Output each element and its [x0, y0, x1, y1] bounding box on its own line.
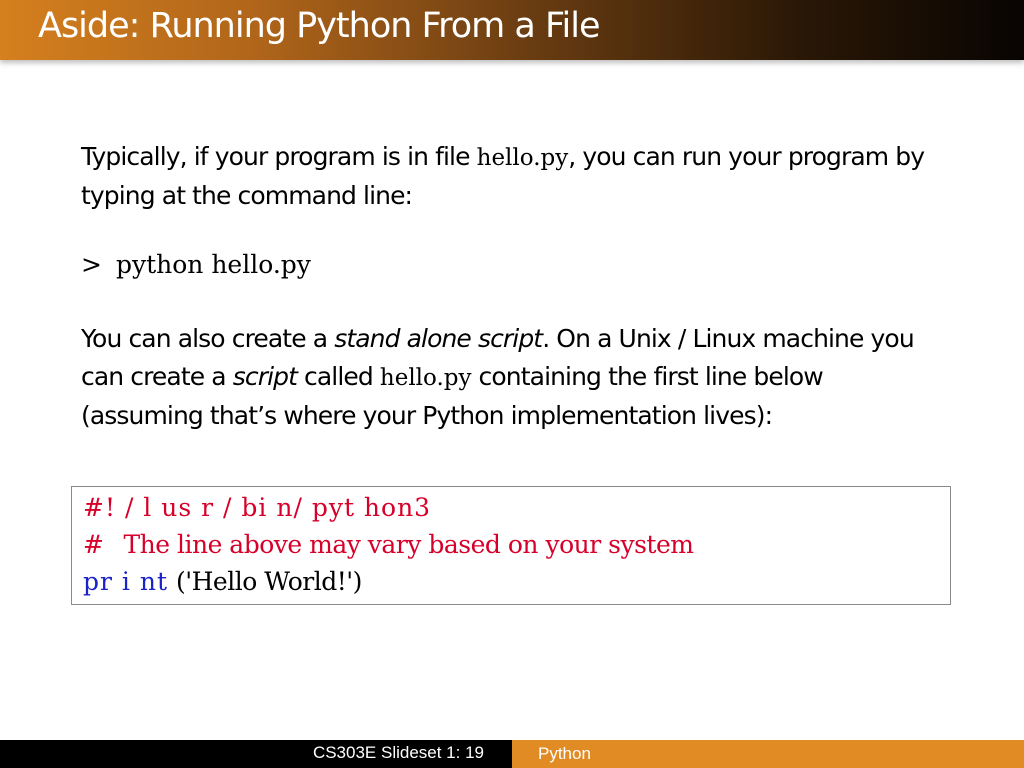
- code-block: #! / l us r / bi n/ pyt hon3 # The line a…: [71, 486, 951, 605]
- script-emphasis-2: script: [232, 362, 298, 391]
- footer-topic: Python: [538, 744, 591, 763]
- code-line-shebang: #! / l us r / bi n/ pyt hon3: [83, 493, 432, 522]
- slide: Aside: Running Python From a File Typica…: [0, 0, 1024, 768]
- code-line-comment: # The line above may vary based on your s…: [83, 530, 694, 559]
- slide-title: Aside: Running Python From a File: [38, 6, 601, 46]
- print-keyword: pr i nt: [83, 567, 168, 596]
- print-arguments: ('Hello World!'): [176, 567, 362, 596]
- paragraph-intro: Typically, if your program is in file he…: [81, 138, 941, 215]
- script-emphasis-1: stand alone script: [334, 324, 543, 353]
- code-line-print: pr i nt ('Hello World!'): [83, 567, 362, 596]
- comment-hash: #: [83, 530, 104, 559]
- script-text-1: You can also create a: [81, 324, 335, 353]
- intro-text-before: Typically, if your program is in file: [81, 142, 477, 171]
- command-prompt: >: [81, 250, 102, 279]
- script-text-3: called: [297, 362, 380, 391]
- script-filename: hello.py: [379, 365, 472, 391]
- footer-right: Python: [512, 740, 1024, 768]
- command-text: python hello.py: [115, 250, 311, 279]
- command-line-example: > python hello.py: [81, 250, 311, 279]
- footer-left: CS303E Slideset 1: 19: [0, 740, 512, 768]
- footer-slide-number: CS303E Slideset 1: 19: [312, 743, 484, 762]
- paragraph-script: You can also create a stand alone script…: [81, 320, 941, 435]
- title-bar: Aside: Running Python From a File: [0, 0, 1024, 60]
- intro-filename: hello.py: [476, 145, 569, 171]
- comment-text: The line above may vary based on your sy…: [123, 530, 694, 559]
